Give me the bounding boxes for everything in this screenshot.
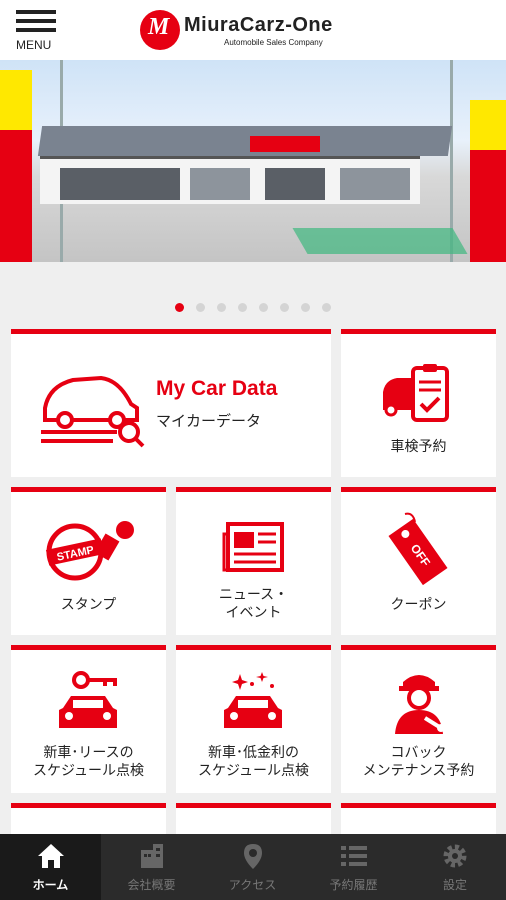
shaken-reservation-label: 車検予約	[390, 439, 447, 455]
my-car-data-subtitle: マイカーデータ	[156, 412, 262, 430]
home-icon	[38, 844, 64, 868]
carousel-dot[interactable]	[301, 303, 310, 312]
shaken-sign-left	[0, 70, 32, 262]
car-clipboard-icon	[383, 364, 449, 422]
carousel-dot[interactable]	[280, 303, 289, 312]
tile-new-car-lease[interactable]: 新車･リースの スケジュール点検	[11, 645, 166, 793]
carousel-dot[interactable]	[238, 303, 247, 312]
carousel-dot[interactable]	[175, 303, 184, 312]
mechanic-icon	[395, 675, 445, 734]
tile-stamp[interactable]: STAMP スタンプ	[11, 487, 166, 635]
bottom-nav: ホーム 会社概要 アクセス 予約履歴 設定	[0, 834, 506, 900]
carousel-indicator	[0, 303, 506, 315]
nav-settings[interactable]: 設定	[404, 834, 506, 900]
tile-new-car-low-rate[interactable]: 新車･低金利の スケジュール点検	[176, 645, 331, 793]
car-key-icon	[59, 671, 117, 728]
nav-reservation-history[interactable]: 予約履歴	[303, 834, 404, 900]
car-search-icon	[41, 375, 145, 448]
tile-shaken-reservation[interactable]: 車検予約	[341, 329, 496, 477]
carousel-dot[interactable]	[196, 303, 205, 312]
gear-icon	[443, 844, 467, 868]
hamburger-icon	[16, 10, 56, 14]
carousel-dot[interactable]	[217, 303, 226, 312]
brand-tagline: Automobile Sales Company	[224, 38, 323, 47]
news-events-label: ニュース・ イベント	[218, 587, 289, 621]
sparkling-car-icon	[224, 672, 282, 728]
nav-home[interactable]: ホーム	[0, 834, 101, 900]
menu-label: MENU	[16, 38, 52, 52]
nav-company[interactable]: 会社概要	[101, 834, 202, 900]
coupon-label: クーポン	[390, 597, 447, 613]
coupon-tag-icon: OFF	[388, 512, 448, 586]
tile-kobakku-maintenance[interactable]: コバック メンテナンス予約	[341, 645, 496, 793]
brand-name: MiuraCarz-One	[184, 14, 333, 36]
carousel-dot[interactable]	[259, 303, 268, 312]
menu-button[interactable]: MENU	[16, 10, 62, 56]
carousel-dot[interactable]	[322, 303, 331, 312]
map-pin-icon	[244, 844, 262, 869]
kobakku-label: コバック メンテナンス予約	[362, 745, 475, 779]
brand-logo: M MiuraCarz-One Automobile Sales Company	[140, 10, 370, 50]
nav-access[interactable]: アクセス	[202, 834, 303, 900]
app-header: MENU M MiuraCarz-One Automobile Sales Co…	[0, 0, 506, 60]
tile-news-events[interactable]: ニュース・ イベント	[176, 487, 331, 635]
tile-my-car-data[interactable]: My Car Data マイカーデータ	[11, 329, 331, 477]
stamp-icon: STAMP	[45, 521, 134, 581]
new-car-low-rate-label: 新車･低金利の スケジュール点検	[197, 745, 310, 779]
new-car-lease-label: 新車･リースの スケジュール点検	[32, 745, 145, 779]
my-car-data-title: My Car Data	[156, 377, 278, 400]
list-icon	[341, 846, 367, 866]
brand-mark-icon: M	[140, 10, 180, 50]
building-icon	[141, 844, 163, 868]
tile-coupon[interactable]: OFF クーポン	[341, 487, 496, 635]
shaken-sign-right	[470, 100, 506, 262]
stamp-label: スタンプ	[60, 597, 117, 613]
newspaper-icon	[222, 522, 284, 572]
hero-banner[interactable]	[0, 60, 506, 262]
